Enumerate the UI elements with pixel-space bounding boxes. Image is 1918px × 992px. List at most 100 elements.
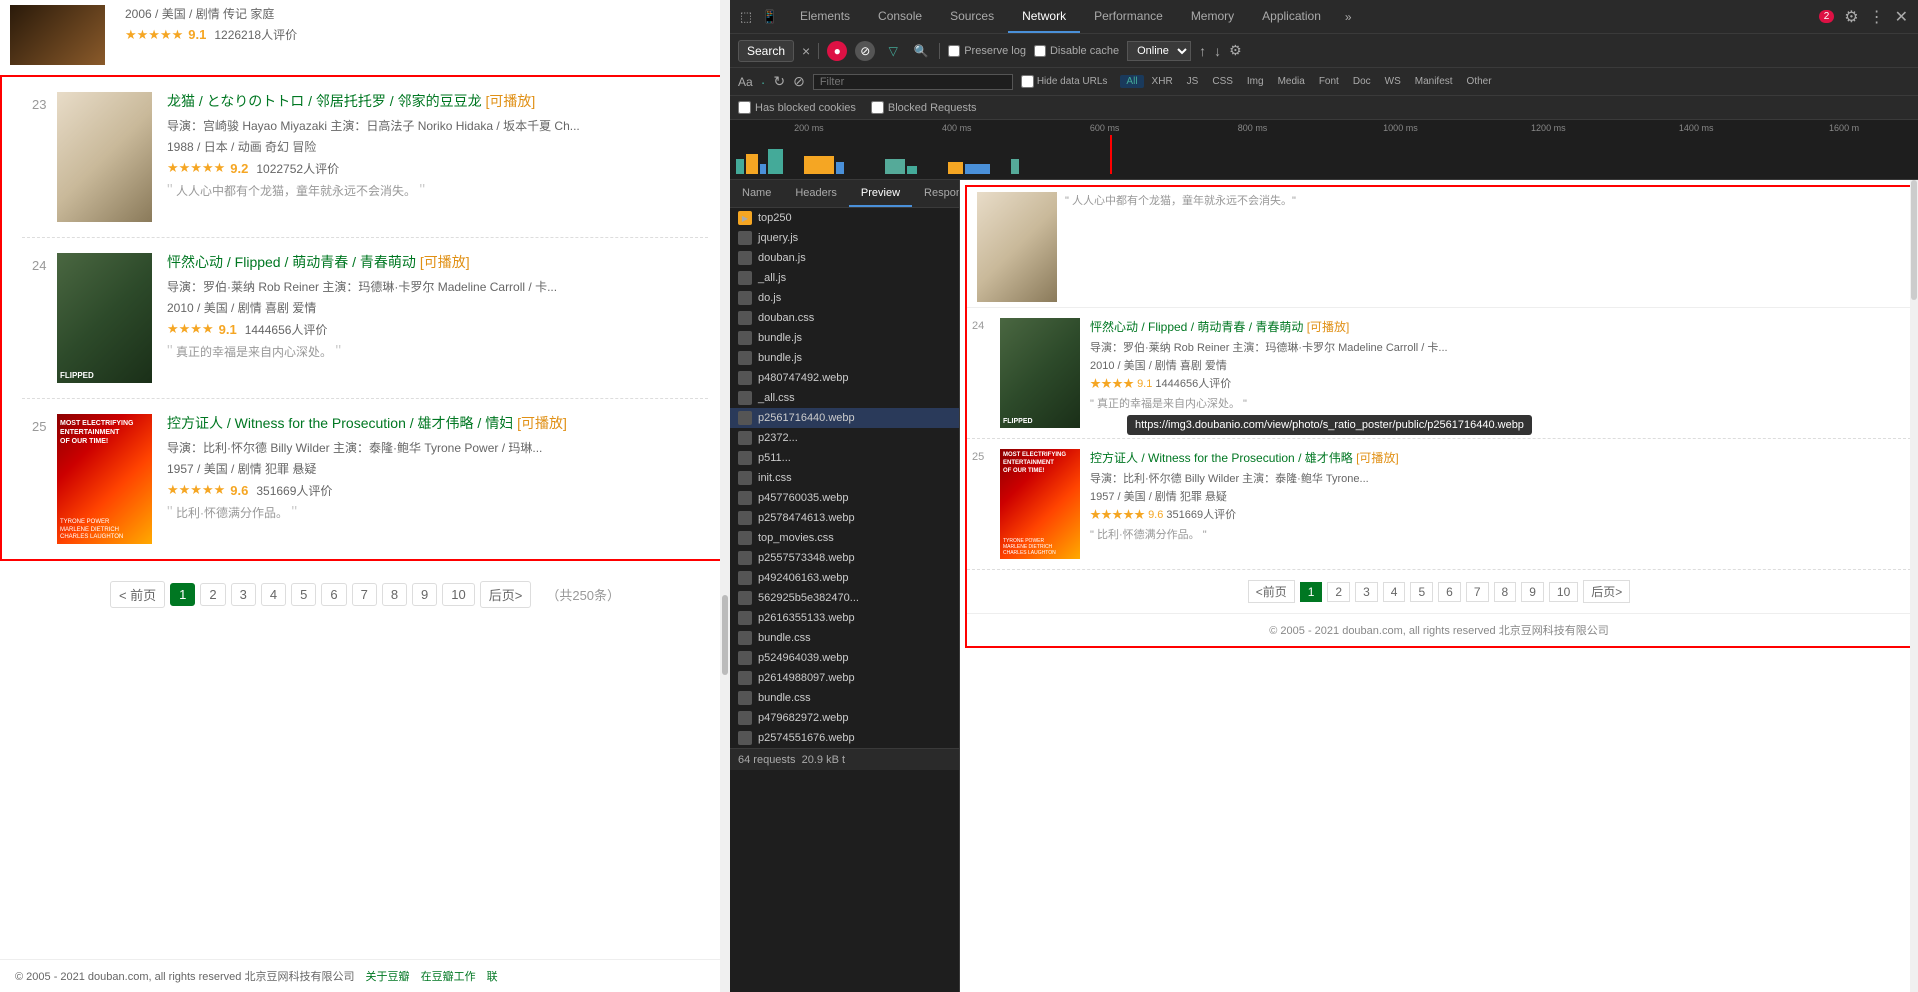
preview-title-24[interactable]: 怦然心动 / Flipped / 萌动青春 / 青春萌动 [可播放] — [1090, 318, 1906, 335]
devtools-file-list[interactable]: ▶ top250 jquery.js douban.js _all.js — [730, 208, 960, 748]
jobs-link[interactable]: 在豆瓣工作 — [421, 971, 476, 983]
preview-page-6[interactable]: 6 — [1438, 582, 1461, 602]
list-item[interactable]: p479682972.webp — [730, 708, 959, 728]
preview-page-10[interactable]: 10 — [1549, 582, 1578, 602]
page-btn-9[interactable]: 9 — [412, 583, 437, 606]
filter-icon[interactable]: ▽ — [883, 41, 903, 61]
preview-content[interactable]: " 人人心中都有个龙猫，童年就永远不会消失。" https://img3.dou… — [967, 187, 1911, 646]
preview-scrollbar[interactable] — [1910, 180, 1918, 992]
preview-page-1[interactable]: 1 — [1300, 582, 1323, 602]
page-btn-10[interactable]: 10 — [442, 583, 474, 606]
list-item[interactable]: 562925b5e382470... — [730, 588, 959, 608]
left-scrollbar[interactable] — [720, 0, 730, 992]
page-btn-8[interactable]: 8 — [382, 583, 407, 606]
list-item[interactable]: init.css — [730, 468, 959, 488]
tab-performance[interactable]: Performance — [1080, 0, 1177, 33]
list-item[interactable]: bundle.js — [730, 348, 959, 368]
type-btn-img[interactable]: Img — [1241, 75, 1270, 88]
list-item[interactable]: do.js — [730, 288, 959, 308]
subtab-preview[interactable]: Preview — [849, 180, 912, 207]
tab-elements[interactable]: Elements — [786, 0, 864, 33]
type-btn-css[interactable]: CSS — [1206, 75, 1239, 88]
back-icon[interactable]: ⊘ — [793, 73, 805, 90]
page-btn-7[interactable]: 7 — [352, 583, 377, 606]
type-btn-font[interactable]: Font — [1313, 75, 1345, 88]
page-btn-2[interactable]: 2 — [200, 583, 225, 606]
list-item[interactable]: _all.css — [730, 388, 959, 408]
type-btn-manifest[interactable]: Manifest — [1409, 75, 1459, 88]
list-item[interactable]: ▶ top250 — [730, 208, 959, 228]
list-item[interactable]: douban.css — [730, 308, 959, 328]
list-item[interactable]: douban.js — [730, 248, 959, 268]
list-item[interactable]: p524964039.webp — [730, 648, 959, 668]
preview-page-2[interactable]: 2 — [1327, 582, 1350, 602]
prev-page-btn[interactable]: < 前页 — [110, 581, 165, 608]
preview-page-4[interactable]: 4 — [1383, 582, 1406, 602]
list-item[interactable]: p2616355133.webp — [730, 608, 959, 628]
hide-data-urls-checkbox[interactable] — [1021, 75, 1034, 88]
has-blocked-cookies-checkbox[interactable] — [738, 101, 751, 114]
tab-application[interactable]: Application — [1248, 0, 1335, 33]
list-item[interactable]: bundle.css — [730, 628, 959, 648]
preview-scrollbar-thumb[interactable] — [1911, 180, 1917, 300]
devtools-timeline[interactable]: 200 ms 400 ms 600 ms 800 ms 1000 ms 1200… — [730, 120, 1918, 180]
type-btn-doc[interactable]: Doc — [1347, 75, 1377, 88]
device-icon[interactable]: 📱 — [762, 9, 778, 25]
tab-network[interactable]: Network — [1008, 0, 1080, 33]
preserve-log-checkbox[interactable] — [948, 45, 960, 57]
list-item[interactable]: top_movies.css — [730, 528, 959, 548]
list-item[interactable]: p511... — [730, 448, 959, 468]
left-scrollbar-thumb[interactable] — [722, 595, 728, 675]
refresh-icon[interactable]: ↻ — [773, 73, 785, 90]
page-btn-3[interactable]: 3 — [231, 583, 256, 606]
inspect-icon[interactable]: ⬚ — [738, 9, 754, 25]
subtab-name[interactable]: Name — [730, 180, 783, 207]
next-page-btn[interactable]: 后页> — [480, 581, 532, 608]
list-item[interactable]: p2578474613.webp — [730, 508, 959, 528]
list-item[interactable]: p457760035.webp — [730, 488, 959, 508]
tab-memory[interactable]: Memory — [1177, 0, 1248, 33]
network-settings-icon[interactable]: ⚙ — [1229, 42, 1242, 59]
list-item[interactable]: p2557573348.webp — [730, 548, 959, 568]
preview-page-5[interactable]: 5 — [1410, 582, 1433, 602]
list-item[interactable]: p480747492.webp — [730, 368, 959, 388]
page-btn-4[interactable]: 4 — [261, 583, 286, 606]
blocked-requests-checkbox[interactable] — [871, 101, 884, 114]
filter-input[interactable] — [820, 76, 1006, 88]
type-btn-xhr[interactable]: XHR — [1146, 75, 1179, 88]
type-btn-all[interactable]: All — [1120, 75, 1143, 88]
type-btn-ws[interactable]: WS — [1379, 75, 1407, 88]
preview-page-8[interactable]: 8 — [1494, 582, 1517, 602]
list-item[interactable]: p2614988097.webp — [730, 668, 959, 688]
list-item[interactable]: p2372... — [730, 428, 959, 448]
close-devtools-icon[interactable]: ✕ — [1895, 7, 1908, 27]
list-item[interactable]: p492406163.webp — [730, 568, 959, 588]
preview-next-btn[interactable]: 后页> — [1583, 580, 1630, 603]
stop-btn[interactable]: ⊘ — [855, 41, 875, 61]
movie-title-24[interactable]: 怦然心动 / Flipped / 萌动青春 / 青春萌动 [可播放] — [167, 253, 698, 273]
list-item[interactable]: bundle.css — [730, 688, 959, 708]
record-btn[interactable]: ● — [827, 41, 847, 61]
tab-sources[interactable]: Sources — [936, 0, 1008, 33]
list-item[interactable]: p2561716440.webp — [730, 408, 959, 428]
type-btn-media[interactable]: Media — [1272, 75, 1311, 88]
list-item[interactable]: bundle.js — [730, 328, 959, 348]
list-item[interactable]: _all.js — [730, 268, 959, 288]
type-btn-js[interactable]: JS — [1181, 75, 1205, 88]
movie-title-25[interactable]: 控方证人 / Witness for the Prosecution / 雄才伟… — [167, 414, 698, 434]
preview-page-3[interactable]: 3 — [1355, 582, 1378, 602]
preview-page-9[interactable]: 9 — [1521, 582, 1544, 602]
more-options-icon[interactable]: ⋮ — [1869, 7, 1885, 27]
movie-title-23[interactable]: 龙猫 / となりのトトロ / 邻居托托罗 / 邻家的豆豆龙 [可播放] — [167, 92, 698, 112]
page-btn-5[interactable]: 5 — [291, 583, 316, 606]
settings-icon[interactable]: ⚙ — [1844, 7, 1858, 27]
about-link[interactable]: 关于豆瓣 — [366, 971, 410, 983]
subtab-headers[interactable]: Headers — [783, 180, 849, 207]
preview-page-7[interactable]: 7 — [1466, 582, 1489, 602]
search-close-icon[interactable]: × — [802, 43, 810, 59]
more-tabs-btn[interactable]: » — [1335, 0, 1362, 33]
disable-cache-checkbox[interactable] — [1034, 45, 1046, 57]
list-item[interactable]: p2574551676.webp — [730, 728, 959, 748]
online-select[interactable]: Online — [1127, 41, 1191, 61]
subtab-response[interactable]: Response — [912, 180, 960, 207]
